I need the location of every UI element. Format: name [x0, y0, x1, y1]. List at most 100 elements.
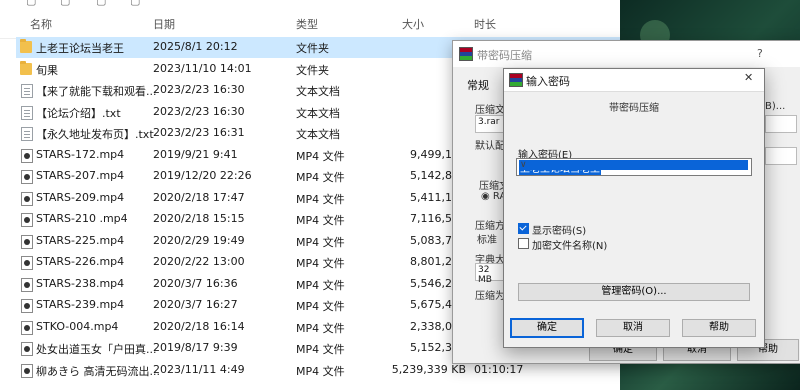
file-type: MP4 文件	[296, 343, 345, 356]
file-date: 2023/11/11 4:49	[153, 362, 245, 376]
file-date: 2020/3/7 16:36	[153, 276, 238, 290]
file-name: STKO-004.mp4	[36, 319, 119, 333]
help-button[interactable]: 帮助	[682, 319, 756, 337]
file-type: MP4 文件	[296, 192, 345, 206]
file-type: MP4 文件	[296, 321, 345, 335]
toolbar-icon[interactable]: ▢	[26, 0, 36, 7]
file-date: 2020/2/18 17:47	[153, 190, 245, 204]
file-date: 2020/2/18 15:15	[153, 212, 245, 225]
file-type: MP4 文件	[296, 214, 345, 227]
encrypt-names-label[interactable]: 加密文件名称(N)	[532, 237, 607, 252]
method-label: 压缩方	[475, 221, 505, 232]
toolbar-icon[interactable]: ▢	[130, 0, 140, 7]
compress-dialog-titlebar: 带密码压缩 ?	[453, 41, 800, 67]
show-password-checkbox[interactable]	[518, 223, 529, 234]
winrar-icon	[509, 73, 523, 87]
column-header-size[interactable]: 大小	[402, 16, 424, 32]
options-select[interactable]	[765, 147, 797, 165]
file-date: 2023/2/23 16:30	[153, 104, 245, 118]
file-name: 处女出道玉女「户田真...	[36, 343, 157, 356]
file-name: STARS-226.mp4	[36, 255, 125, 268]
file-name: STARS-207.mp4	[36, 169, 125, 182]
update-mode-select[interactable]	[765, 115, 797, 133]
column-headers: 名称 日期 类型 大小 时长	[0, 8, 620, 39]
file-name: 【来了就能下载和观看...	[36, 85, 157, 98]
file-type: MP4 文件	[296, 235, 345, 249]
method-value[interactable]: 标准	[477, 231, 497, 246]
winrar-icon	[459, 47, 473, 61]
toolbar-strip: ▢ ▢ ▢ ▢	[0, 0, 620, 8]
file-date: 2020/3/7 16:27	[153, 298, 238, 311]
file-name: 【永久地址发布页】.txt	[36, 128, 154, 141]
file-date: 2023/2/23 16:31	[153, 126, 245, 139]
browse-hint[interactable]: B)...	[765, 101, 785, 112]
password-dialog-title: 输入密码	[526, 75, 570, 88]
archive-name-value: 3.rar	[478, 117, 500, 127]
video-file-icon	[21, 148, 33, 163]
file-name: STARS-239.mp4	[36, 298, 125, 311]
file-name: STARS-172.mp4	[36, 147, 125, 161]
file-date: 2019/8/17 9:39	[153, 341, 238, 354]
file-size: 5,239,339 KB	[391, 362, 466, 376]
file-name: 【论坛介绍】.txt	[36, 106, 121, 120]
file-type: 文本文档	[296, 85, 340, 98]
video-file-icon	[21, 320, 33, 335]
tab-general[interactable]: 常规	[467, 77, 489, 93]
file-name: STARS-209.mp4	[36, 190, 125, 204]
dictionary-value: 32 MB	[478, 265, 492, 285]
file-date: 2023/11/10 14:01	[153, 61, 252, 75]
file-type: MP4 文件	[296, 278, 345, 292]
close-icon[interactable]: ✕	[744, 71, 753, 84]
file-type: 文件夹	[296, 63, 329, 77]
file-duration: 01:10:17	[474, 362, 524, 376]
encrypt-names-checkbox[interactable]	[518, 238, 529, 249]
chevron-down-icon[interactable]: ∨	[519, 160, 748, 170]
ok-button[interactable]: 确定	[510, 318, 584, 338]
show-password-label[interactable]: 显示密码(S)	[532, 222, 586, 237]
file-name: 上老王论坛当老王	[36, 42, 124, 55]
video-file-icon	[21, 213, 33, 227]
file-date: 2020/2/22 13:00	[153, 255, 245, 268]
file-type: MP4 文件	[296, 300, 345, 313]
file-name: STARS-210 .mp4	[36, 212, 128, 225]
file-name: STARS-225.mp4	[36, 233, 125, 247]
split-label: 压缩为	[475, 291, 505, 302]
toolbar-icon[interactable]: ▢	[96, 0, 106, 7]
column-header-duration[interactable]: 时长	[474, 16, 496, 32]
file-type: 文本文档	[296, 106, 340, 120]
file-type: 文件夹	[296, 42, 329, 55]
file-date: 2025/8/1 20:12	[153, 40, 238, 53]
file-date: 2019/12/20 22:26	[153, 169, 252, 182]
file-date: 2023/2/23 16:30	[153, 83, 245, 96]
text-file-icon	[21, 105, 33, 120]
password-input[interactable]: 上老王论坛当老王 ∨	[516, 158, 752, 176]
file-type: MP4 文件	[296, 364, 345, 378]
file-name: STARS-238.mp4	[36, 276, 125, 290]
video-file-icon	[21, 342, 33, 356]
file-name: 旬果	[36, 63, 58, 77]
video-file-icon	[21, 299, 33, 313]
help-icon[interactable]: ?	[757, 47, 763, 60]
file-type: MP4 文件	[296, 257, 345, 270]
password-dialog: 输入密码 ✕ 带密码压缩 输入密码(E) 上老王论坛当老王 ∨ 显示密码(S) …	[503, 68, 765, 348]
text-file-icon	[21, 127, 33, 141]
column-header-name[interactable]: 名称	[30, 16, 52, 32]
file-name: 柳あきら 高清无码流出...	[36, 364, 160, 378]
compress-dialog-title: 带密码压缩	[477, 49, 532, 62]
file-date: 2020/2/18 16:14	[153, 319, 245, 333]
video-file-icon	[21, 363, 33, 378]
file-date: 2019/9/21 9:41	[153, 147, 238, 161]
toolbar-icon[interactable]: ▢	[60, 0, 70, 7]
cancel-button[interactable]: 取消	[596, 319, 670, 337]
video-file-icon	[21, 277, 33, 292]
column-header-date[interactable]: 日期	[153, 16, 175, 32]
profile-label: 默认配	[475, 141, 505, 152]
video-file-icon	[21, 256, 33, 270]
file-type: MP4 文件	[296, 149, 345, 163]
password-dialog-subtitle: 带密码压缩	[609, 103, 659, 114]
column-header-type[interactable]: 类型	[296, 16, 318, 32]
folder-icon	[20, 39, 32, 53]
manage-passwords-button[interactable]: 管理密码(O)...	[518, 283, 750, 301]
video-file-icon	[21, 191, 33, 206]
file-type: MP4 文件	[296, 171, 345, 184]
